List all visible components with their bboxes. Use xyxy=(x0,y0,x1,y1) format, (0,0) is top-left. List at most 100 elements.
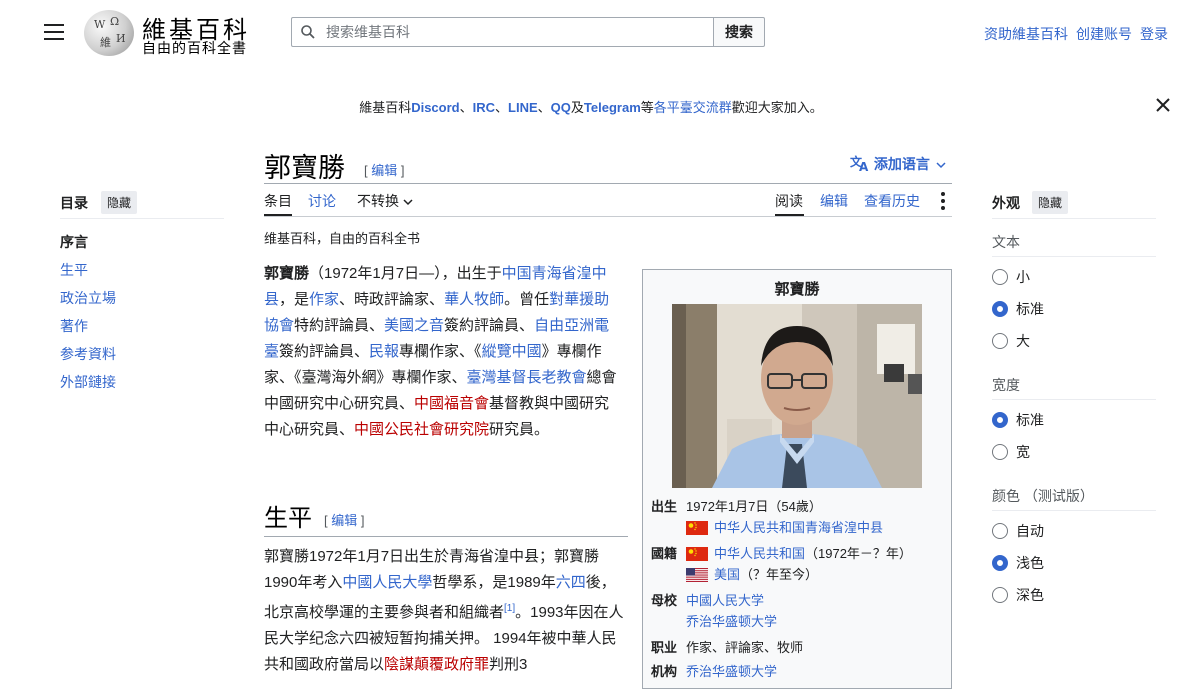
notice-sep: 、 xyxy=(495,100,509,115)
text-size-small-radio[interactable]: 小 xyxy=(992,267,1030,287)
search-icon xyxy=(301,25,315,39)
link-presbyterian-church[interactable]: 臺灣基督長老教會 xyxy=(467,369,587,386)
appearance-hide-button[interactable]: 隐藏 xyxy=(1032,191,1069,214)
nationality-us: 美国（？年至今） xyxy=(686,564,818,583)
text: ，是 xyxy=(279,291,310,308)
create-account-link[interactable]: 创建账号 xyxy=(1076,26,1132,42)
line-link[interactable]: LINE xyxy=(508,100,538,115)
link-gospel-red[interactable]: 中國福音會 xyxy=(414,395,489,412)
portrait-image[interactable] xyxy=(672,304,922,488)
color-light-radio[interactable]: 浅色 xyxy=(992,553,1044,573)
notice-sep: 、 xyxy=(459,100,473,115)
birthplace-link[interactable]: 中华人民共和国青海省湟中县 xyxy=(714,520,883,535)
nationality-prc: 中华人民共和国（1972年－？年） xyxy=(686,543,912,562)
more-options-icon[interactable] xyxy=(941,192,945,213)
nationality-prc-link[interactable]: 中华人民共和国 xyxy=(714,546,805,561)
telegram-link[interactable]: Telegram xyxy=(584,100,641,115)
section-divider xyxy=(992,510,1156,511)
prc-flag-icon xyxy=(686,546,708,561)
donate-link[interactable]: 资助維基百科 xyxy=(984,26,1068,42)
variant-dropdown[interactable]: 不转换 xyxy=(357,191,413,211)
tab-talk[interactable]: 讨论 xyxy=(308,191,336,211)
nationality-us-link[interactable]: 美国 xyxy=(714,567,740,582)
color-auto-radio[interactable]: 自动 xyxy=(992,521,1044,541)
edit-label[interactable]: 编辑 xyxy=(331,513,357,528)
radio-icon xyxy=(992,523,1008,540)
radio-icon xyxy=(992,269,1008,286)
toc-item-intro[interactable]: 序言 xyxy=(60,232,88,252)
section-edit-link[interactable]: [ 编辑 ] xyxy=(324,510,364,529)
color-label: 颜色 （测试版） xyxy=(992,488,1094,504)
section-divider xyxy=(264,536,628,537)
radio-icon xyxy=(992,587,1008,604)
link-writer[interactable]: 作家 xyxy=(309,291,339,308)
hamburger-menu-icon[interactable] xyxy=(44,24,64,40)
tab-article[interactable]: 条目 xyxy=(264,191,292,211)
login-link[interactable]: 登录 xyxy=(1140,26,1168,42)
infobox-title: 郭寶勝 xyxy=(774,281,820,298)
close-icon[interactable] xyxy=(1154,96,1172,114)
width-wide-radio[interactable]: 宽 xyxy=(992,442,1030,462)
nationality-label: 國籍 xyxy=(651,546,678,561)
text: 特約評論員、 xyxy=(294,317,385,334)
link-minbao[interactable]: 民報 xyxy=(369,343,399,360)
qq-link[interactable]: QQ xyxy=(551,100,571,115)
born-date: 1972年1月7日（54歲） xyxy=(686,499,822,514)
alma-mater-link[interactable]: 乔治华盛顿大学 xyxy=(686,614,777,629)
toc-item-external-links[interactable]: 外部鏈接 xyxy=(60,372,116,392)
toc-item-politics[interactable]: 政治立場 xyxy=(60,288,116,308)
radio-label: 小 xyxy=(1016,269,1030,285)
tab-read[interactable]: 阅读 xyxy=(775,191,803,211)
link-pastor[interactable]: 華人牧師 xyxy=(444,291,504,308)
notice-and: 及 xyxy=(570,100,584,115)
text: 專欄作家、《 xyxy=(399,343,482,360)
tab-article-label: 条目 xyxy=(264,193,292,209)
link-renmin-university[interactable]: 中國人民大學 xyxy=(342,574,432,591)
link-voa[interactable]: 美國之音 xyxy=(384,317,444,334)
notice-suffix: 歡迎大家加入。 xyxy=(731,100,823,115)
tab-history[interactable]: 查看历史 xyxy=(864,191,920,211)
title-edit-link[interactable]: [ 编辑 ] xyxy=(364,160,404,179)
link-subversion-red[interactable]: 陰謀顛覆政府罪 xyxy=(384,656,489,673)
text: 、時政評論家、 xyxy=(339,291,445,308)
irc-link[interactable]: IRC xyxy=(473,100,495,115)
svg-text:A: A xyxy=(859,160,869,172)
section-divider xyxy=(992,399,1156,400)
alma-mater-label: 母校 xyxy=(651,593,678,608)
toc-item-references[interactable]: 参考資料 xyxy=(60,344,116,364)
link-zonglan[interactable]: 縱覽中國 xyxy=(482,343,542,360)
width-standard-radio[interactable]: 标准 xyxy=(992,410,1044,430)
add-languages-button[interactable]: 文A 添加语言 xyxy=(850,154,946,174)
toc-item-life[interactable]: 生平 xyxy=(60,260,88,280)
prc-flag-icon xyxy=(686,520,708,535)
user-links: 资助維基百科 创建账号 登录 xyxy=(976,24,1168,44)
search-button[interactable]: 搜索 xyxy=(713,17,765,47)
text-size-large-radio[interactable]: 大 xyxy=(992,331,1030,351)
search-field[interactable] xyxy=(291,17,713,47)
color-dark-radio[interactable]: 深色 xyxy=(992,585,1044,605)
text-size-standard-radio[interactable]: 标准 xyxy=(992,299,1044,319)
toc-item-works[interactable]: 著作 xyxy=(60,316,88,336)
alma-mater-link[interactable]: 中國人民大学 xyxy=(686,593,764,608)
toc-divider xyxy=(60,218,224,219)
edit-label[interactable]: 编辑 xyxy=(371,163,397,178)
infobox: 郭寶勝 出生 1972年1月7日（54歲） 中华人民共和国青海省湟中县 國籍 中… xyxy=(642,269,952,689)
occupation-label: 职业 xyxy=(651,640,678,655)
search-input[interactable] xyxy=(324,23,708,41)
wikipedia-globe-logo-icon[interactable]: WΩ維И xyxy=(84,10,134,56)
link-june-fourth[interactable]: 六四 xyxy=(556,574,586,591)
reference-link[interactable]: [1] xyxy=(504,603,515,614)
logo-subtitle: 自由的百科全書 xyxy=(142,41,247,57)
portrait-illustration xyxy=(672,304,922,488)
width-label: 宽度 xyxy=(992,377,1020,393)
tab-edit[interactable]: 编辑 xyxy=(820,191,848,211)
tagline: 维基百科，自由的百科全书 xyxy=(264,231,421,246)
radio-label: 浅色 xyxy=(1016,555,1044,571)
toc-hide-button[interactable]: 隐藏 xyxy=(101,191,138,214)
groups-link[interactable]: 各平臺交流群 xyxy=(654,100,732,115)
radio-selected-icon xyxy=(992,412,1008,429)
link-civil-society-red[interactable]: 中國公民社會研究院 xyxy=(354,421,489,438)
notice-mid: 等 xyxy=(640,100,654,115)
institution-link[interactable]: 乔治华盛顿大学 xyxy=(686,664,777,679)
discord-link[interactable]: Discord xyxy=(411,100,459,115)
